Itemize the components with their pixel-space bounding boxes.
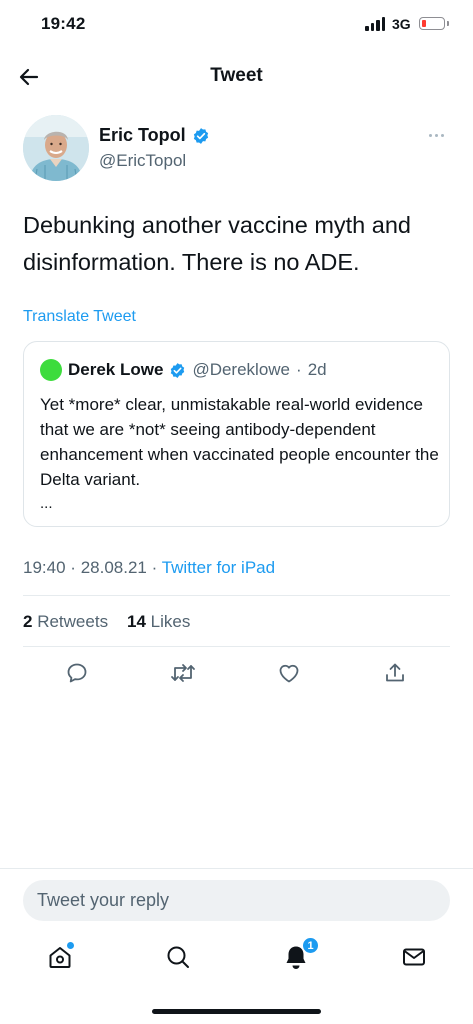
avatar-image — [23, 115, 89, 181]
quoted-tweet-age: 2d — [307, 360, 327, 379]
tweet-source-link[interactable]: Twitter for iPad — [162, 558, 275, 577]
likes-stat[interactable]: 14 Likes — [127, 612, 190, 631]
quoted-tweet-text: Yet *more* clear, unmistakable real-worl… — [40, 395, 439, 489]
author-name[interactable]: Eric Topol — [99, 125, 186, 146]
more-options-icon[interactable] — [423, 125, 449, 145]
retweets-count: 2 — [23, 612, 33, 631]
quoted-tweet-header: Derek Lowe @Dereklowe · 2d — [40, 359, 327, 381]
retweet-icon — [171, 664, 195, 682]
tweet-date: 28.08.21 — [80, 558, 147, 577]
tweet-stats: 2 Retweets 14 Likes — [23, 612, 190, 632]
share-icon — [386, 663, 404, 682]
verified-badge-icon — [171, 362, 185, 378]
reply-input[interactable] — [23, 880, 450, 921]
status-time: 19:42 — [41, 14, 86, 33]
messages-icon — [403, 948, 425, 966]
likes-count: 14 — [126, 612, 146, 631]
share-button[interactable] — [380, 658, 410, 688]
like-button[interactable] — [274, 658, 304, 688]
quoted-tweet-ellipsis: ... — [40, 495, 53, 512]
quoted-separator: · — [296, 360, 302, 379]
page-title: Tweet — [210, 65, 263, 86]
retweets-label: Retweets — [37, 612, 109, 631]
search-icon — [167, 946, 189, 968]
tweet-actions — [0, 658, 473, 688]
tab-notifications[interactable]: 1 — [279, 937, 319, 974]
signal-strength-icon — [365, 17, 385, 31]
nav-bar: Tweet — [0, 50, 473, 102]
tab-search[interactable] — [161, 940, 195, 974]
tweet-author: Eric Topol @EricTopol — [23, 115, 453, 185]
quoted-author-handle: @Dereklowe — [192, 360, 291, 379]
status-bar: 19:42 3G — [0, 0, 473, 50]
verified-badge-icon — [193, 127, 208, 144]
quoted-author-avatar — [40, 359, 62, 381]
tweet-meta: 19:40 · 28.08.21 · Twitter for iPad — [23, 558, 275, 578]
tab-home[interactable] — [43, 940, 77, 974]
quoted-author-name: Derek Lowe — [68, 360, 164, 379]
likes-label: Likes — [150, 612, 191, 631]
battery-level — [421, 19, 426, 27]
quoted-tweet-card[interactable]: Derek Lowe @Dereklowe · 2d Yet *more* cl… — [23, 341, 450, 527]
tab-messages[interactable] — [397, 940, 431, 974]
notifications-badge: 1 — [302, 937, 319, 954]
meta-separator: · — [70, 558, 76, 577]
like-icon — [279, 664, 299, 683]
author-avatar[interactable] — [23, 115, 89, 181]
tweet-text: Debunking another vaccine myth and disin… — [23, 212, 411, 275]
home-unread-dot — [67, 942, 74, 949]
retweet-button[interactable] — [168, 658, 198, 688]
battery-icon — [419, 17, 449, 30]
tweet-time: 19:40 — [23, 558, 66, 577]
retweets-stat[interactable]: 2 Retweets — [23, 612, 113, 631]
reply-icon — [67, 663, 87, 683]
tab-bar: 1 — [0, 934, 473, 980]
reply-button[interactable] — [62, 658, 92, 688]
author-name-row: Eric Topol — [99, 125, 210, 146]
network-type: 3G — [392, 16, 411, 32]
author-handle[interactable]: @EricTopol — [99, 151, 186, 171]
meta-separator: · — [151, 558, 158, 577]
translate-tweet-link[interactable]: Translate Tweet — [23, 308, 136, 326]
home-indicator[interactable] — [152, 1009, 321, 1014]
divider — [23, 595, 450, 596]
divider — [23, 646, 450, 647]
